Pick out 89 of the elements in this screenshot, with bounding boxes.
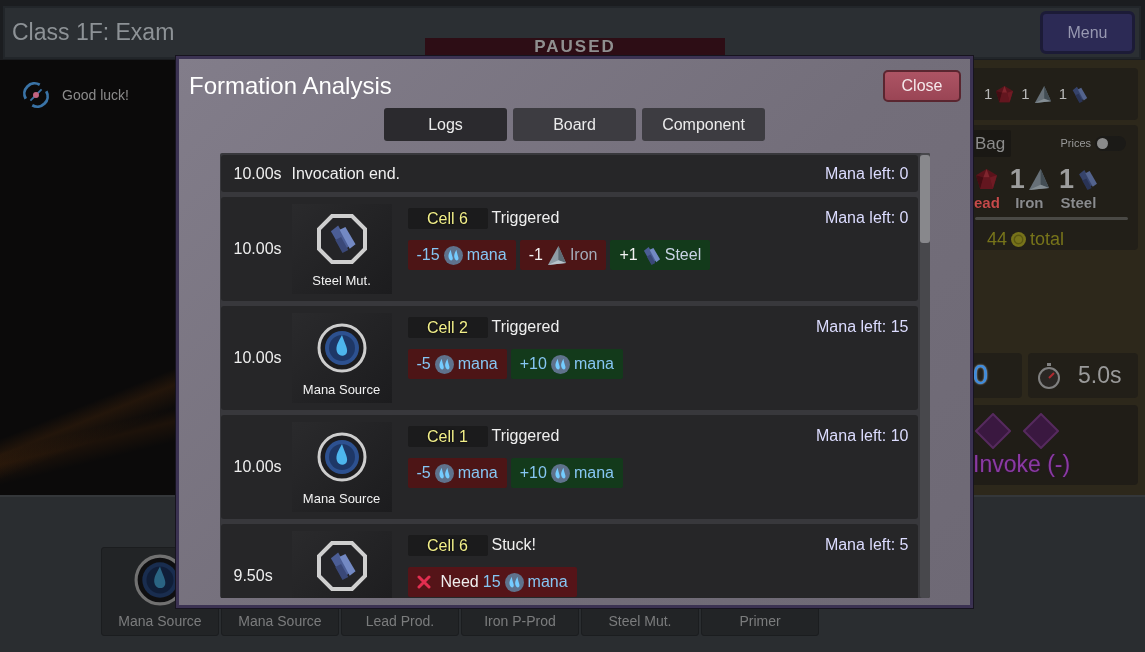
cross-icon [416, 575, 431, 589]
amount: 15 [482, 572, 501, 592]
droplets-icon [550, 354, 570, 374]
amount: -5 [416, 354, 431, 374]
diamond-icon [1023, 413, 1059, 449]
card-label: Mana Source [302, 491, 381, 508]
amount: -15 [416, 245, 440, 265]
diamond-icon [975, 413, 1011, 449]
menu-button[interactable]: Menu [1040, 11, 1135, 54]
dialog-title: Formation Analysis [189, 74, 392, 98]
mana-left: Mana left: 0 [824, 163, 909, 184]
total-label: total [1030, 228, 1065, 251]
status-message: Good luck! [62, 86, 129, 105]
requirement-label: Need [440, 572, 479, 592]
paused-banner: PAUSED [425, 38, 725, 56]
resource-name: mana [457, 354, 498, 374]
item-count: 1 [1058, 165, 1074, 193]
crystal-shard-icon [546, 245, 566, 265]
item-label: Iron [1015, 194, 1044, 212]
water-drop-icon [316, 323, 367, 373]
octagon-bars-icon [316, 214, 367, 264]
scrollbar-thumb[interactable] [919, 155, 930, 243]
resource-name: Steel [664, 245, 702, 265]
amount: -5 [416, 463, 431, 483]
mana-left: Mana left: 15 [816, 317, 909, 337]
mana-left: Mana left: 5 [824, 535, 909, 555]
coin-icon [1011, 232, 1027, 247]
resource-name: mana [466, 245, 507, 265]
resource-count: 1 [984, 83, 993, 104]
cell-label: Cell 6 [407, 207, 488, 229]
amount: -1 [528, 245, 543, 265]
card-label: Steel Mut. [312, 273, 371, 290]
gem-icon [996, 85, 1014, 103]
prices-label: Prices [1060, 136, 1091, 152]
crystal-shard-icon [1033, 85, 1051, 103]
item-label: ead [974, 194, 1000, 212]
dialog-tab[interactable]: Board [513, 108, 636, 141]
metal-bars-icon [1076, 168, 1098, 190]
timestamp: 10.00s [233, 163, 283, 184]
item-label: Steel [1060, 194, 1097, 212]
timestamp: 10.00s [233, 457, 283, 477]
status-text: Triggered [491, 208, 560, 228]
amount: +1 [619, 245, 638, 265]
cell-label: Cell 1 [407, 425, 488, 447]
metal-bars-icon [641, 245, 661, 265]
resource-count: 1 [1058, 83, 1068, 104]
stopwatch-icon [1037, 362, 1061, 389]
gem-icon [976, 168, 998, 190]
gauge-icon [22, 81, 50, 109]
scrollbar-track[interactable] [919, 153, 930, 598]
resource-name: mana [527, 572, 568, 592]
timestamp: 10.00s [233, 239, 283, 259]
water-drop-icon [316, 432, 367, 482]
log-message: Invocation end. [291, 163, 401, 184]
status-text: Triggered [491, 317, 560, 337]
crystal-shard-icon [1027, 168, 1049, 190]
timer-value: 5.0s [1078, 361, 1122, 391]
close-button[interactable]: Close [883, 70, 961, 102]
total-value: 44 [987, 228, 1008, 251]
metal-bars-icon [1071, 85, 1089, 103]
amount: +10 [519, 354, 547, 374]
droplets-icon [550, 463, 570, 483]
timestamp: 10.00s [233, 348, 283, 368]
counter-value: 0 [973, 362, 989, 389]
cell-label: Cell 6 [407, 534, 488, 556]
amount: +10 [519, 463, 547, 483]
droplets-icon [434, 463, 454, 483]
timestamp: 9.50s [233, 566, 274, 586]
dialog-tab[interactable]: Logs [384, 108, 507, 141]
octagon-bars-icon [316, 541, 367, 591]
resource-name: Iron [569, 245, 598, 265]
item-count: 1 [1009, 165, 1025, 193]
status-text: Triggered [491, 426, 560, 446]
resource-name: mana [573, 463, 614, 483]
droplets-icon [504, 572, 524, 592]
mana-left: Mana left: 10 [816, 426, 909, 446]
resource-name: mana [457, 463, 498, 483]
prices-toggle[interactable] [1095, 136, 1126, 151]
mana-left: Mana left: 0 [824, 208, 909, 228]
bag-tab[interactable]: Bag [973, 130, 1012, 157]
level-title: Class 1F: Exam [12, 21, 175, 44]
resource-count: 1 [1021, 83, 1030, 104]
dialog-tab[interactable]: Component [642, 108, 765, 141]
resource-name: mana [573, 354, 614, 374]
cell-label: Cell 2 [407, 316, 488, 338]
droplets-icon [443, 245, 463, 265]
card-label: Mana Source [302, 382, 381, 399]
status-text: Stuck! [491, 535, 536, 555]
droplets-icon [434, 354, 454, 374]
